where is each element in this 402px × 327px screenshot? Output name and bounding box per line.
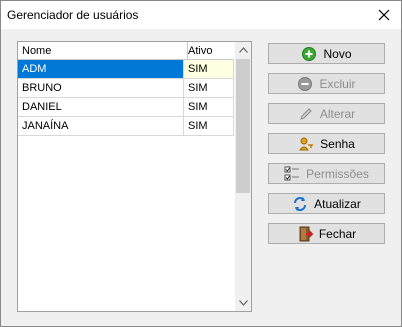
permissoes-button[interactable]: Permissões [268,163,385,184]
cell-ativo[interactable]: SIM [184,60,234,78]
cell-nome[interactable]: BRUNO [18,79,184,97]
atualizar-label: Atualizar [314,196,361,211]
table-row[interactable]: DANIEL SIM [18,98,234,117]
senha-button[interactable]: Senha [268,133,385,154]
novo-button[interactable]: Novo [268,43,385,64]
exit-door-icon [297,226,313,242]
excluir-button[interactable]: Excluir [268,73,385,94]
alterar-button[interactable]: Alterar [268,103,385,124]
cell-nome[interactable]: ADM [18,60,184,78]
fechar-button[interactable]: Fechar [268,223,385,244]
atualizar-button[interactable]: Atualizar [268,193,385,214]
excluir-label: Excluir [319,76,356,91]
fechar-label: Fechar [318,226,357,241]
scroll-up-icon[interactable] [235,42,251,58]
column-header-nome[interactable]: Nome [18,42,188,61]
vertical-scrollbar[interactable] [235,42,251,311]
cell-ativo[interactable]: SIM [184,98,234,116]
title-bar: Gerenciador de usuários [1,1,401,29]
pencil-icon [298,106,314,122]
novo-label: Novo [323,46,352,61]
grid-header: Nome Ativo [18,42,239,61]
senha-label: Senha [320,136,355,151]
refresh-icon [292,196,308,212]
checklist-icon [284,166,300,182]
cell-nome[interactable]: DANIEL [18,98,184,116]
grid-rows: ADM SIM BRUNO SIM DANIEL SIM JANAÍNA SIM [18,60,234,136]
cell-ativo[interactable]: SIM [184,117,234,135]
table-row[interactable]: ADM SIM [18,60,234,79]
column-header-ativo[interactable]: Ativo [184,42,239,61]
scroll-down-icon[interactable] [235,295,251,311]
permissoes-label: Permissões [306,166,369,181]
plus-circle-icon [301,46,317,62]
alterar-label: Alterar [319,106,356,121]
cell-ativo[interactable]: SIM [184,79,234,97]
scroll-thumb[interactable] [236,59,250,193]
key-user-icon [298,136,314,152]
table-row[interactable]: JANAÍNA SIM [18,117,234,136]
window-title: Gerenciador de usuários [7,8,139,22]
cell-nome[interactable]: JANAÍNA [18,117,184,135]
user-manager-window: Gerenciador de usuários Nome Ativo ADM S… [0,0,402,327]
table-row[interactable]: BRUNO SIM [18,79,234,98]
minus-circle-icon [297,76,313,92]
close-icon[interactable] [373,4,395,26]
users-grid[interactable]: Nome Ativo ADM SIM BRUNO SIM DANIEL SIM … [17,41,252,312]
